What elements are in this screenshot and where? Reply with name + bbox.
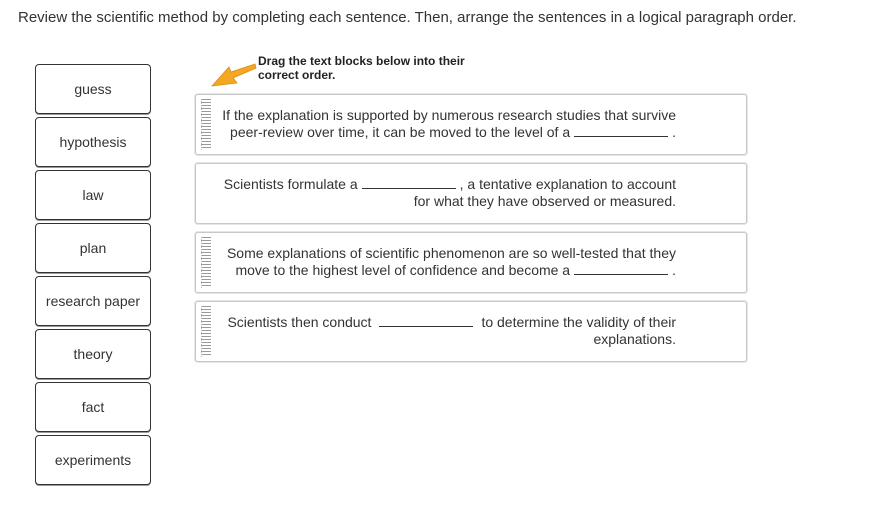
answer-blank[interactable] — [574, 124, 669, 137]
sentence-block-1[interactable]: If the explanation is supported by numer… — [195, 94, 747, 155]
answer-blank[interactable] — [574, 262, 669, 275]
sentence-text: If the explanation is supported by numer… — [222, 107, 676, 140]
sentence-block-3[interactable]: Some explanations of scientific phenomen… — [195, 232, 747, 293]
instructions-text: Review the scientific method by completi… — [18, 9, 797, 26]
arrow-icon — [211, 63, 257, 87]
sentence-text: Some explanations of scientific phenomen… — [226, 245, 676, 278]
sentence-block-4[interactable]: Scientists then conduct to determine the … — [195, 301, 747, 362]
answer-blank[interactable] — [379, 314, 474, 327]
drag-handle-icon[interactable] — [201, 99, 211, 150]
word-tile-guess[interactable]: guess — [35, 64, 151, 114]
drag-hint-text: Drag the text blocks below into their co… — [258, 54, 465, 82]
word-tile-fact[interactable]: fact — [35, 382, 151, 432]
drag-handle-icon[interactable] — [201, 237, 211, 288]
word-tile-hypothesis[interactable]: hypothesis — [35, 117, 151, 167]
word-tile-plan[interactable]: plan — [35, 223, 151, 273]
word-tile-law[interactable]: law — [35, 170, 151, 220]
word-tile-research-paper[interactable]: research paper — [35, 276, 151, 326]
sentence-text: Scientists then conduct to determine the … — [227, 314, 676, 347]
word-tile-theory[interactable]: theory — [35, 329, 151, 379]
answer-blank[interactable] — [361, 176, 456, 189]
word-tile-experiments[interactable]: experiments — [35, 435, 151, 485]
sentence-text: Scientists formulate a, a tentative expl… — [223, 176, 676, 209]
sentence-block-2[interactable]: Scientists formulate a, a tentative expl… — [195, 163, 747, 224]
drag-handle-icon[interactable] — [201, 306, 211, 357]
